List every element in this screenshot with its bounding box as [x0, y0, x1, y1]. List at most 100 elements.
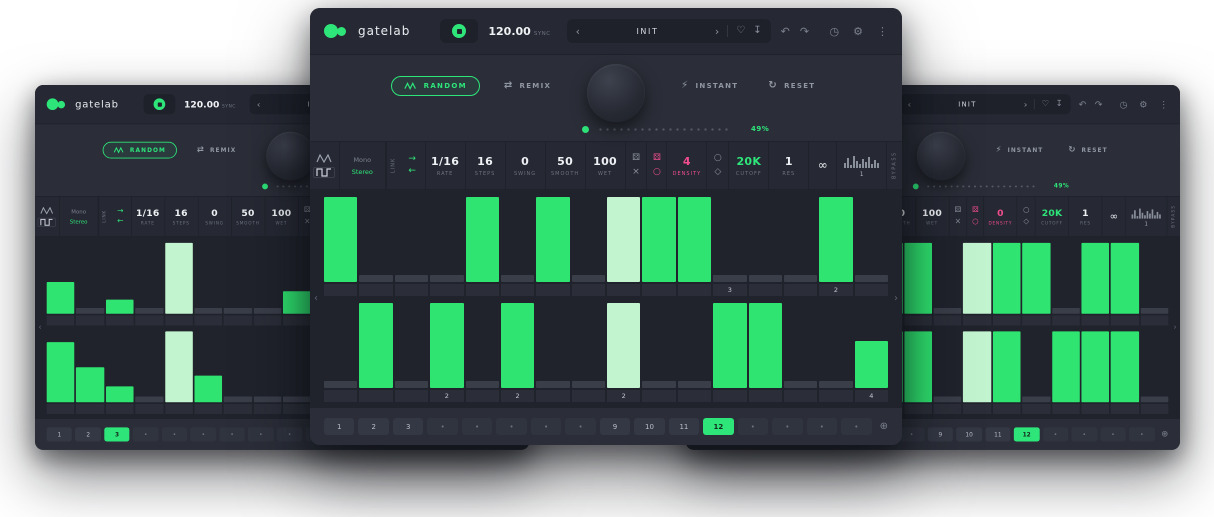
pattern-slot-8[interactable]: • [565, 418, 595, 435]
instant-button[interactable]: ⚡ INSTANT [991, 145, 1049, 155]
gate-step-bar[interactable] [963, 243, 991, 314]
step-ratchet-cell[interactable] [784, 284, 817, 296]
gate-step-bar[interactable] [106, 300, 134, 314]
kebab-menu-icon[interactable]: ⋮ [1159, 100, 1168, 109]
gate-step-bar[interactable] [607, 303, 640, 388]
gate-step-bar[interactable] [819, 197, 852, 282]
dice-icon[interactable]: ⚄ [955, 207, 962, 215]
gate-step-bar[interactable] [536, 197, 569, 282]
step-ratchet-cell[interactable] [963, 404, 991, 414]
step-ratchet-cell[interactable] [359, 390, 392, 402]
step-ratchet-cell[interactable] [993, 315, 1021, 325]
step-ratchet-cell[interactable] [359, 284, 392, 296]
filter-toggle-icon[interactable]: ○ [1023, 207, 1030, 215]
main-knob[interactable] [917, 132, 965, 180]
step-ratchet-cell[interactable]: 2 [430, 390, 463, 402]
gate-step-bar[interactable] [135, 308, 163, 314]
slider-thumb[interactable] [262, 183, 268, 189]
sync-label[interactable]: SYNC [222, 104, 236, 109]
gate-step-bar[interactable] [359, 303, 392, 388]
filter-mode-icon[interactable]: ◇ [714, 168, 721, 177]
filter-toggle-icon[interactable]: ○ [714, 154, 722, 163]
pattern-slot-9[interactable]: • [277, 427, 302, 441]
pattern-slot-5[interactable]: • [162, 427, 187, 441]
param-wet[interactable]: 100WET [916, 197, 949, 236]
pattern-slot-13[interactable]: • [738, 418, 768, 435]
pattern-slot-15[interactable]: • [1100, 427, 1125, 441]
gate-step-bar[interactable] [642, 381, 675, 388]
square-wave-icon[interactable] [313, 167, 335, 178]
step-ratchet-cell[interactable] [904, 404, 932, 414]
infinity-icon[interactable]: ∞ [818, 158, 828, 172]
density-circle-icon[interactable]: ○ [653, 168, 661, 177]
gate-step-bar[interactable] [283, 396, 311, 402]
pattern-slot-14[interactable]: • [1072, 427, 1097, 441]
step-ratchet-cell[interactable] [253, 315, 281, 325]
gate-step-bar[interactable] [324, 197, 357, 282]
step-ratchet-cell[interactable] [607, 284, 640, 296]
step-ratchet-cell[interactable] [934, 404, 962, 414]
shift-right-icon[interactable]: → [117, 208, 123, 216]
step-ratchet-cell[interactable] [135, 404, 163, 414]
gate-step-bar[interactable] [76, 367, 104, 402]
param-swing[interactable]: 0SWING [506, 142, 546, 189]
settings-gear-icon[interactable]: ⚙ [1139, 100, 1147, 109]
undo-icon[interactable]: ↶ [1079, 100, 1087, 109]
step-ratchet-cell[interactable] [430, 284, 463, 296]
clear-icon[interactable]: × [955, 219, 961, 227]
step-ratchet-cell[interactable] [713, 390, 746, 402]
pattern-preview-cell[interactable]: 1 [837, 142, 887, 189]
preset-prev-icon[interactable]: ‹ [576, 26, 580, 37]
step-ratchet-cell[interactable] [749, 284, 782, 296]
link-label[interactable]: LINK [386, 142, 400, 189]
save-download-icon[interactable]: ↧ [1056, 100, 1063, 108]
bpm-value[interactable]: 120.00 [488, 25, 530, 38]
step-ratchet-cell[interactable] [324, 390, 357, 402]
remix-button[interactable]: ⇄ REMIX [498, 80, 557, 92]
step-ratchet-cell[interactable] [324, 284, 357, 296]
gate-step-bar[interactable] [572, 381, 605, 388]
gate-step-bar[interactable] [855, 275, 888, 282]
scroll-right-icon[interactable]: › [1173, 324, 1176, 332]
gate-step-bar[interactable] [395, 381, 428, 388]
step-ratchet-cell[interactable] [76, 404, 104, 414]
step-ratchet-cell[interactable] [572, 390, 605, 402]
step-ratchet-cell[interactable] [1140, 315, 1168, 325]
pattern-slot-8[interactable]: • [248, 427, 273, 441]
clear-icon[interactable]: × [632, 168, 640, 177]
step-ratchet-cell[interactable] [395, 390, 428, 402]
param-rate[interactable]: 1/16RATE [426, 142, 466, 189]
play-button[interactable] [440, 19, 478, 43]
param-density[interactable]: 0DENSITY [984, 197, 1017, 236]
gate-step-bar[interactable] [572, 275, 605, 282]
gate-step-bar[interactable] [749, 275, 782, 282]
step-ratchet-cell[interactable] [536, 390, 569, 402]
density-dice-icon[interactable]: ⚄ [653, 154, 661, 163]
clock-icon[interactable]: ◷ [830, 26, 840, 37]
step-ratchet-cell[interactable] [536, 284, 569, 296]
step-ratchet-cell[interactable]: 2 [607, 390, 640, 402]
gate-step-bar[interactable] [253, 396, 281, 402]
step-ratchet-cell[interactable] [934, 315, 962, 325]
gate-step-bar[interactable] [224, 308, 252, 314]
triangle-wave-icon[interactable] [316, 154, 332, 163]
bypass-toggle[interactable]: BYPASS [887, 142, 902, 189]
step-ratchet-cell[interactable] [819, 390, 852, 402]
slider-thumb[interactable] [582, 126, 589, 133]
step-ratchet-cell[interactable] [47, 404, 75, 414]
step-ratchet-cell[interactable] [466, 390, 499, 402]
step-ratchet-cell[interactable] [1052, 315, 1080, 325]
gate-step-bar[interactable] [165, 331, 193, 402]
step-ratchet-cell[interactable] [678, 284, 711, 296]
add-pattern-icon[interactable]: ⊕ [1161, 430, 1168, 438]
pattern-slot-2[interactable]: 2 [358, 418, 388, 435]
step-ratchet-cell[interactable] [253, 404, 281, 414]
redo-icon[interactable]: ↷ [800, 26, 809, 37]
step-ratchet-cell[interactable] [224, 404, 252, 414]
pattern-slot-6[interactable]: • [496, 418, 526, 435]
gate-step-bar[interactable] [963, 331, 991, 402]
gate-step-bar[interactable] [784, 381, 817, 388]
pattern-slot-9[interactable]: 9 [928, 427, 953, 441]
stereo-option[interactable]: Stereo [70, 218, 88, 225]
pattern-slot-11[interactable]: 11 [669, 418, 699, 435]
